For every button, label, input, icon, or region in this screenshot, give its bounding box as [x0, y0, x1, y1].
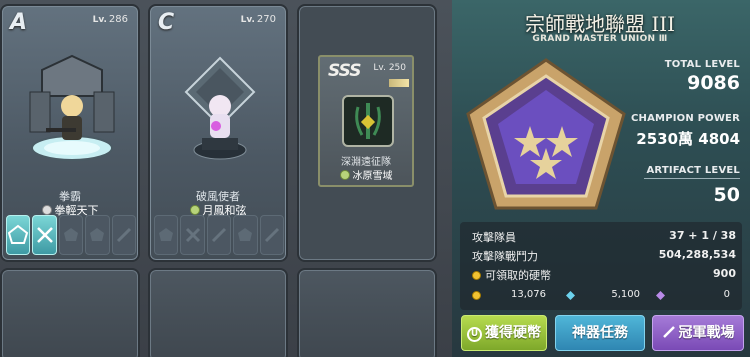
purple-gem-icon — [656, 291, 665, 300]
champion-card-2[interactable]: C Lv. 270 破風使者 月鳳和弦 — [148, 4, 288, 262]
character-pedestal-icon — [29, 54, 115, 161]
card-grade: A — [10, 10, 28, 35]
empty-card-slot[interactable] — [0, 268, 140, 357]
power-value: 504,288,534 — [658, 248, 736, 261]
divider — [644, 178, 740, 179]
card-grade: SSS — [328, 61, 362, 81]
card-level: Lv. 270 — [240, 14, 276, 25]
champion-power-label: CHAMPION POWER — [631, 113, 740, 124]
union-rank-badge-icon — [466, 58, 626, 210]
purple-currency: 0 — [652, 287, 734, 305]
blue-gem-icon — [566, 291, 575, 300]
sword-icon — [662, 326, 675, 338]
card-guild: 冰原雪域 — [320, 167, 412, 182]
members-label: 攻擊隊員 — [472, 231, 516, 244]
coin-u-icon: U — [467, 327, 482, 342]
total-level-value: 9086 — [687, 72, 740, 94]
sss-champion-card[interactable]: SSS Lv. 250 深淵遠征隊 冰原雪域 — [318, 55, 414, 187]
slot-pentagon-icon[interactable] — [6, 215, 31, 255]
guild-icon — [41, 205, 52, 215]
card-level: Lv. 250 — [373, 63, 406, 73]
power-label: 攻擊隊戰鬥力 — [472, 250, 538, 263]
slot-locked-icon[interactable] — [233, 215, 258, 255]
champion-battlefield-button[interactable]: 冠軍戰場 — [652, 315, 744, 351]
union-screen: A Lv. 286 拳霸 拳輕天下 C Lv. 270 破風使者 月鳳和弦 SS… — [0, 0, 750, 357]
slot-row — [154, 215, 285, 255]
union-title: 宗師戰地聯盟 III — [524, 12, 676, 36]
get-coins-button[interactable]: U 獲得硬幣 — [461, 315, 547, 351]
members-value: 37 + 1 / 38 — [669, 229, 736, 242]
artifact-level-value: 50 — [713, 184, 740, 206]
gold-coin-icon — [472, 291, 481, 300]
slot-locked-icon[interactable] — [85, 215, 110, 255]
claimable-label: 可領取的硬幣 — [472, 267, 551, 283]
character-pedestal-icon — [184, 56, 256, 160]
slot-locked-icon[interactable] — [180, 215, 205, 255]
empty-card-slot[interactable] — [297, 268, 437, 357]
arrow-icon — [389, 79, 409, 87]
card-class-name: 深淵遠征隊 — [341, 157, 391, 168]
abyss-emblem-icon — [342, 95, 394, 147]
guild-icon — [339, 170, 350, 180]
total-level-label: TOTAL LEVEL — [664, 59, 740, 70]
slot-locked-icon[interactable] — [58, 215, 84, 255]
coin-icon — [472, 271, 481, 280]
guild-icon — [189, 205, 200, 215]
gold-currency: 13,076 — [468, 287, 550, 305]
slot-row — [6, 215, 137, 255]
card-grade: C — [158, 10, 175, 35]
blue-currency: 5,100 — [562, 287, 644, 305]
slot-locked-icon[interactable] — [154, 215, 179, 255]
artifact-level-label: ARTIFACT LEVEL — [646, 165, 740, 176]
champion-card-1[interactable]: A Lv. 286 拳霸 拳輕天下 — [0, 4, 140, 262]
empty-card-slot[interactable] — [148, 268, 288, 357]
artifact-mission-button[interactable]: 神器任務 — [555, 315, 645, 351]
union-subtitle: GRAND MASTER UNION Ⅲ — [532, 34, 668, 44]
slot-crossed-swords-icon[interactable] — [32, 215, 57, 255]
card-level: Lv. 286 — [92, 14, 128, 25]
slot-locked-icon[interactable] — [111, 215, 137, 255]
claimable-value: 900 — [713, 267, 736, 280]
champion-power-value: 2530萬 4804 — [636, 130, 740, 148]
slot-locked-icon[interactable] — [206, 215, 232, 255]
slot-locked-icon[interactable] — [259, 215, 285, 255]
